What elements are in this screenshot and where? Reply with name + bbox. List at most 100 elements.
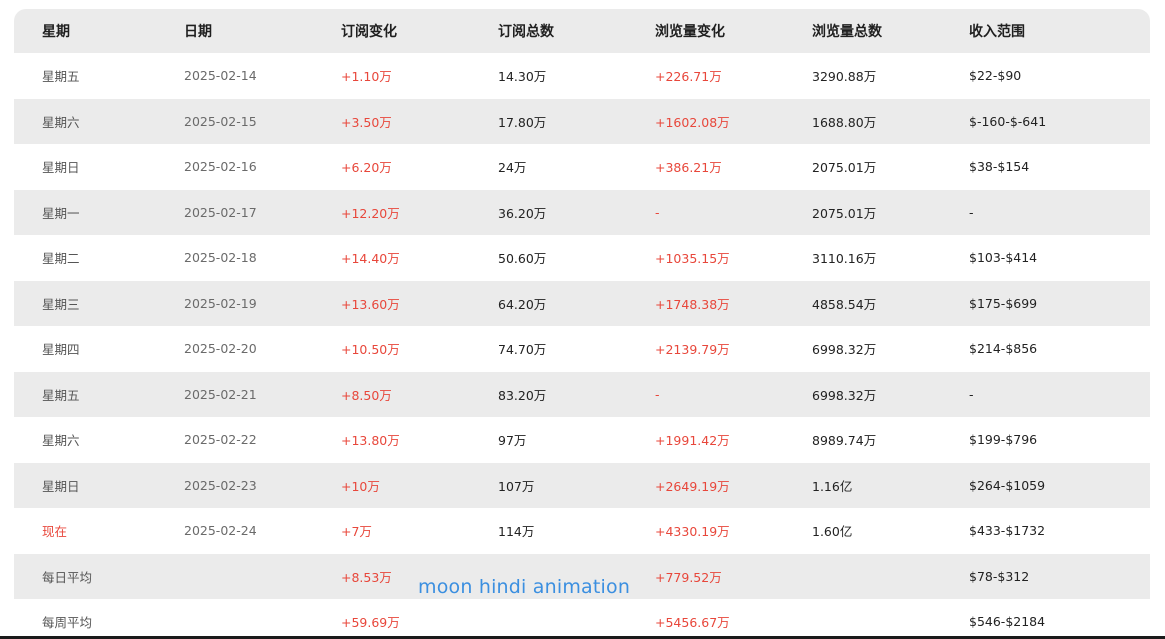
cell-subscriber-total: 14.30万: [498, 69, 547, 85]
cell-view-change: +1035.15万: [655, 251, 730, 267]
cell-view-total: 1688.80万: [812, 114, 877, 130]
cell-subscriber-change: +13.60万: [341, 296, 400, 312]
cell-weekday: 现在: [42, 524, 68, 540]
cell-subscriber-change: +8.50万: [341, 387, 392, 403]
cell-subscriber-total: 97万: [498, 433, 527, 449]
cell-weekday: 星期五: [42, 387, 80, 403]
header-date: 日期: [184, 24, 212, 40]
table-row: 星期一 2025-02-17 +12.20万 36.20万 - 2075.01万 -: [14, 189, 1150, 235]
cell-date: [156, 554, 313, 600]
cell-income-range: $199-$796: [969, 432, 1038, 448]
cell-view-total: 3290.88万: [812, 69, 877, 85]
cell-date: [156, 599, 313, 639]
header-subscriber-total: 订阅总数: [498, 24, 554, 40]
stats-table-container: 星期 日期 订阅变化 订阅总数 浏览量变化 浏览量总数 收入范围 星期五 2025…: [14, 9, 1150, 639]
cell-income-range: $214-$856: [969, 341, 1038, 357]
cell-view-change: +2139.79万: [655, 342, 730, 358]
cell-view-change: +386.21万: [655, 160, 722, 176]
cell-date: 2025-02-14: [184, 68, 257, 84]
cell-subscriber-change: +1.10万: [341, 69, 392, 85]
cell-weekday: 星期日: [42, 478, 80, 494]
channel-stats-table: 星期 日期 订阅变化 订阅总数 浏览量变化 浏览量总数 收入范围 星期五 2025…: [14, 9, 1150, 639]
cell-view-total: 6998.32万: [812, 342, 877, 358]
cell-view-change: +4330.19万: [655, 524, 730, 540]
header-subscriber-change: 订阅变化: [341, 24, 397, 40]
cell-view-total: 1.16亿: [812, 478, 853, 494]
cell-view-change: +779.52万: [655, 569, 722, 585]
table-row: 星期日 2025-02-16 +6.20万 24万 +386.21万 2075.01万 $3…: [14, 144, 1150, 190]
cell-view-change: +2649.19万: [655, 478, 730, 494]
cell-view-total: 2075.01万: [812, 160, 877, 176]
cell-date: 2025-02-24: [184, 523, 257, 539]
table-row: 星期二 2025-02-18 +14.40万 50.60万 +1035.15万 3110.…: [14, 235, 1150, 281]
cell-subscriber-total: 50.60万: [498, 251, 547, 267]
cell-income-range: $546-$2184: [969, 614, 1046, 630]
cell-view-change: +226.71万: [655, 69, 722, 85]
cell-view-change: +5456.67万: [655, 615, 730, 631]
cell-income-range: $433-$1732: [969, 523, 1046, 539]
cell-view-total: [784, 599, 941, 639]
cell-income-range: -: [969, 204, 974, 220]
header-view-change: 浏览量变化: [655, 24, 725, 40]
cell-weekday: 每周平均: [42, 615, 93, 631]
cell-date: 2025-02-17: [184, 204, 257, 220]
header-view-total: 浏览量总数: [812, 24, 882, 40]
cell-date: 2025-02-22: [184, 432, 257, 448]
table-row: 每周平均 +59.69万 +5456.67万 $546-$2184: [14, 599, 1150, 639]
cell-subscriber-total: 114万: [498, 524, 535, 540]
cell-weekday: 每日平均: [42, 569, 93, 585]
table-row: 星期六 2025-02-22 +13.80万 97万 +1991.42万 8989.74万…: [14, 417, 1150, 463]
cell-weekday: 星期四: [42, 342, 80, 358]
cell-income-range: $78-$312: [969, 568, 1030, 584]
cell-subscriber-total: 64.20万: [498, 296, 547, 312]
cell-income-range: -: [969, 386, 974, 402]
table-row: 星期三 2025-02-19 +13.60万 64.20万 +1748.38万 4858.…: [14, 280, 1150, 326]
cell-subscriber-change: +10万: [341, 478, 380, 494]
cell-weekday: 星期五: [42, 69, 80, 85]
cell-income-range: $-160-$-641: [969, 113, 1047, 129]
cell-view-change: +1602.08万: [655, 114, 730, 130]
cell-date: 2025-02-15: [184, 113, 257, 129]
cell-subscriber-change: +6.20万: [341, 160, 392, 176]
cell-date: 2025-02-18: [184, 250, 257, 266]
cell-income-range: $22-$90: [969, 68, 1022, 84]
cell-subscriber-total: 17.80万: [498, 114, 547, 130]
cell-date: 2025-02-20: [184, 341, 257, 357]
cell-view-total: 2075.01万: [812, 205, 877, 221]
cell-view-total: 6998.32万: [812, 387, 877, 403]
cell-subscriber-change: +10.50万: [341, 342, 400, 358]
cell-subscriber-change: +14.40万: [341, 251, 400, 267]
header-income-range: 收入范围: [969, 24, 1025, 40]
cell-subscriber-change: +59.69万: [341, 615, 400, 631]
cell-view-total: 8989.74万: [812, 433, 877, 449]
cell-income-range: $103-$414: [969, 250, 1038, 266]
cell-weekday: 星期日: [42, 160, 80, 176]
cell-subscriber-total: 74.70万: [498, 342, 547, 358]
cell-view-total: 4858.54万: [812, 296, 877, 312]
table-row: 星期六 2025-02-15 +3.50万 17.80万 +1602.08万 1688.8…: [14, 98, 1150, 144]
cell-view-total: 1.60亿: [812, 524, 853, 540]
cell-subscriber-change: +13.80万: [341, 433, 400, 449]
table-row: 现在 2025-02-24 +7万 114万 +4330.19万 1.60亿 $433-$1…: [14, 508, 1150, 554]
cell-subscriber-change: +7万: [341, 524, 372, 540]
cell-weekday: 星期六: [42, 114, 80, 130]
cell-view-change: -: [655, 204, 660, 220]
cell-subscriber-total: 36.20万: [498, 205, 547, 221]
cell-income-range: $38-$154: [969, 159, 1030, 175]
cell-subscriber-total: 107万: [498, 478, 535, 494]
cell-date: 2025-02-21: [184, 386, 257, 402]
table-header-row: 星期 日期 订阅变化 订阅总数 浏览量变化 浏览量总数 收入范围: [14, 9, 1150, 53]
table-row: 星期五 2025-02-14 +1.10万 14.30万 +226.71万 3290.88…: [14, 53, 1150, 99]
table-row: 星期日 2025-02-23 +10万 107万 +2649.19万 1.16亿 $264-…: [14, 462, 1150, 508]
cell-income-range: $264-$1059: [969, 477, 1046, 493]
cell-weekday: 星期一: [42, 205, 80, 221]
cell-subscriber-total: 24万: [498, 160, 527, 176]
cell-date: 2025-02-16: [184, 159, 257, 175]
cell-subscriber-change: +3.50万: [341, 114, 392, 130]
cell-subscriber-change: +12.20万: [341, 205, 400, 221]
table-row: 星期五 2025-02-21 +8.50万 83.20万 - 6998.32万 -: [14, 371, 1150, 417]
watermark-text: moon hindi animation: [418, 576, 631, 598]
table-row: 星期四 2025-02-20 +10.50万 74.70万 +2139.79万 6998.…: [14, 326, 1150, 372]
cell-view-total: [784, 554, 941, 600]
cell-income-range: $175-$699: [969, 295, 1038, 311]
